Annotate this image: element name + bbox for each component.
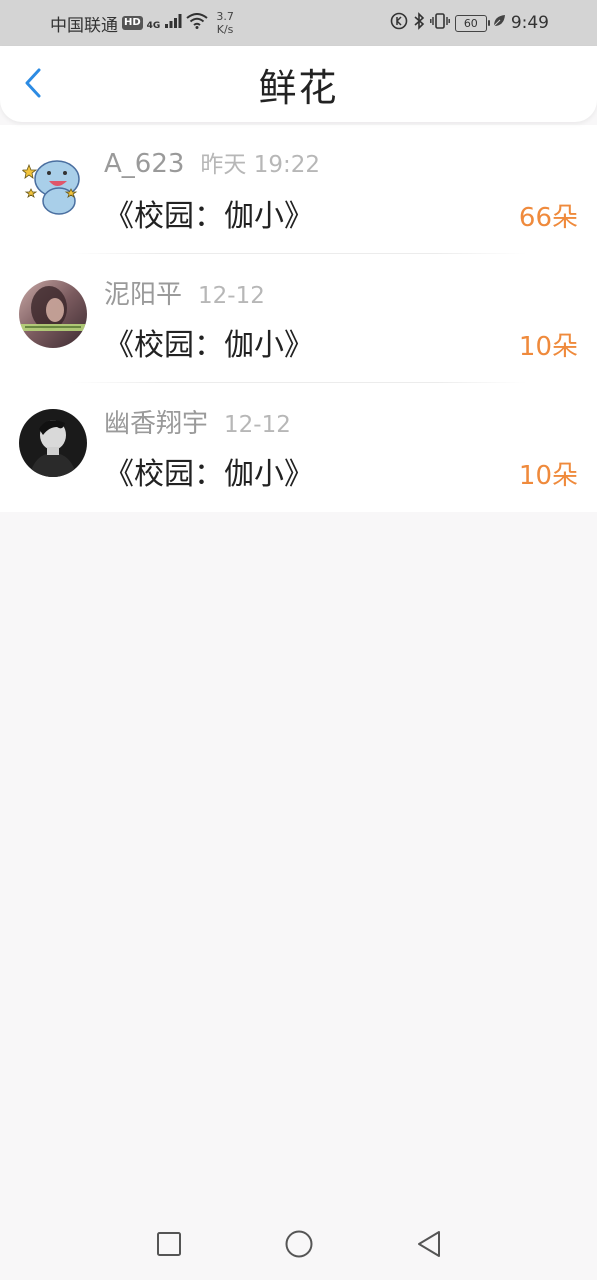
- battery-icon: 60: [454, 14, 490, 32]
- back-nav-button[interactable]: [409, 1226, 449, 1266]
- timestamp: 昨天 19:22: [200, 152, 321, 178]
- speed-unit: K/s: [216, 23, 234, 36]
- book-title[interactable]: 《校园：伽小》: [104, 449, 314, 493]
- avatar[interactable]: [19, 151, 87, 219]
- page-title: 鲜花: [258, 65, 339, 110]
- system-nav-bar: [0, 1212, 597, 1280]
- status-left: 中国联通 HD 4G 3.7 K/s: [50, 10, 234, 36]
- home-button[interactable]: [279, 1226, 319, 1266]
- list-item[interactable]: 泥阳平 12-12 《校园：伽小》 10朵: [0, 254, 597, 383]
- user-name[interactable]: 幽香翔宇: [104, 403, 208, 440]
- flower-count: 10朵: [518, 332, 578, 362]
- battery-level: 60: [463, 16, 478, 30]
- back-button[interactable]: [16, 68, 50, 102]
- wifi-icon: [186, 12, 208, 34]
- flower-count: 66朵: [518, 203, 578, 233]
- user-name[interactable]: 泥阳平: [104, 274, 182, 311]
- chevron-left-icon: [23, 67, 43, 103]
- leaf-icon: [492, 13, 506, 33]
- flower-count: 10朵: [518, 461, 578, 491]
- avatar[interactable]: [19, 409, 87, 477]
- vibrate-icon: [429, 12, 450, 35]
- network-type: 4G: [146, 21, 161, 31]
- data-saver-icon: [390, 12, 408, 35]
- list-item[interactable]: 幽香翔宇 12-12 《校园：伽小》 10朵: [0, 383, 597, 512]
- user-name[interactable]: A_623: [104, 149, 184, 179]
- circle-icon: [284, 1229, 314, 1263]
- triangle-back-icon: [415, 1229, 443, 1263]
- signal-icon: [164, 13, 182, 34]
- avatar[interactable]: [19, 280, 87, 348]
- timestamp: 12-12: [198, 283, 265, 309]
- timestamp: 12-12: [224, 412, 291, 438]
- status-time: 9:49: [510, 13, 549, 33]
- name-row: A_623 昨天 19:22: [104, 145, 320, 179]
- status-bar: 中国联通 HD 4G 3.7 K/s 60 9:49: [0, 0, 597, 46]
- header: 鲜花: [0, 46, 597, 122]
- name-row: 幽香翔宇 12-12: [104, 403, 291, 440]
- carrier-name: 中国联通: [50, 15, 118, 36]
- recents-button[interactable]: [149, 1226, 189, 1266]
- network-speed: 3.7 K/s: [216, 10, 234, 36]
- hd-badge: HD: [122, 16, 143, 30]
- status-right: 60 9:49: [390, 11, 549, 35]
- list-item[interactable]: A_623 昨天 19:22 《校园：伽小》 66朵: [0, 125, 597, 254]
- name-row: 泥阳平 12-12: [104, 274, 265, 311]
- flower-list: A_623 昨天 19:22 《校园：伽小》 66朵 泥阳平 12-12 《校园…: [0, 125, 597, 512]
- book-title[interactable]: 《校园：伽小》: [104, 320, 314, 364]
- bluetooth-icon: [413, 11, 425, 35]
- speed-value: 3.7: [216, 10, 234, 23]
- square-icon: [156, 1231, 182, 1261]
- book-title[interactable]: 《校园：伽小》: [104, 191, 314, 235]
